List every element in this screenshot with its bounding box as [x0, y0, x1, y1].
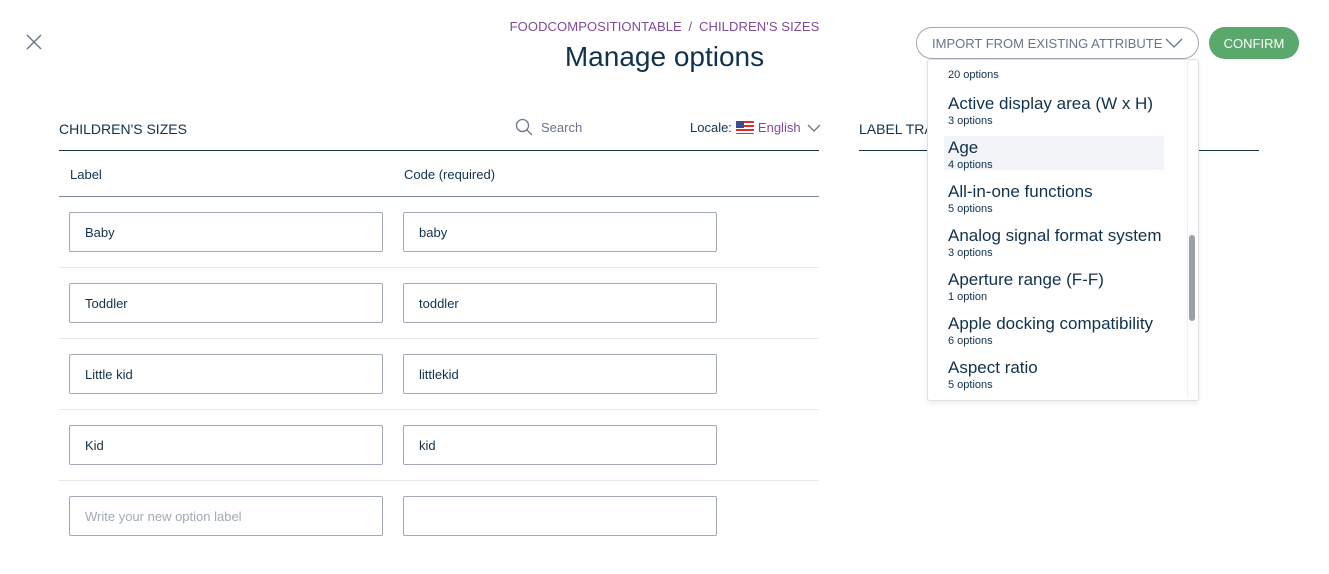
new-option-label-field[interactable] — [69, 496, 383, 536]
dropdown-scrollbar-thumb[interactable] — [1189, 235, 1195, 321]
attribute-option-count: 5 options — [948, 203, 993, 215]
attribute-option-count: 6 options — [948, 335, 993, 347]
locale-value: English — [757, 120, 801, 135]
confirm-button-label: CONFIRM — [1223, 35, 1285, 51]
attribute-option[interactable]: Aspect ratio 5 options — [948, 358, 1168, 392]
option-code-field[interactable] — [403, 283, 717, 323]
attribute-name: Age — [948, 138, 979, 157]
attribute-option[interactable]: Aperture range (F-F) 1 option — [948, 270, 1168, 304]
header-divider — [59, 196, 819, 197]
option-label-field[interactable] — [69, 354, 383, 394]
column-header-code: Code (required) — [404, 167, 496, 182]
locale-selector[interactable]: Locale: English — [690, 120, 821, 135]
locale-label: Locale: — [690, 120, 732, 135]
attribute-option[interactable]: Active display area (W x H) 3 options — [948, 94, 1168, 128]
attribute-option-count: 5 options — [948, 379, 993, 391]
attribute-option-count: 3 options — [948, 247, 993, 259]
option-label-field[interactable] — [69, 212, 383, 252]
import-from-attribute-button[interactable]: IMPORT FROM EXISTING ATTRIBUTE — [916, 27, 1199, 59]
import-button-label: IMPORT FROM EXISTING ATTRIBUTE — [932, 35, 1163, 51]
row-divider — [59, 338, 819, 339]
attribute-option[interactable]: Apple docking compatibility 6 options — [948, 314, 1168, 348]
section-title: CHILDREN'S SIZES — [59, 121, 187, 137]
attribute-name: Analog signal format system — [948, 226, 1162, 245]
attribute-option-highlighted[interactable]: Age 4 options — [944, 136, 1164, 171]
search-icon — [515, 118, 533, 136]
attribute-option-count: 3 options — [948, 115, 993, 127]
attribute-name: Active display area (W x H) — [948, 94, 1153, 113]
attribute-name: Apple docking compatibility — [948, 314, 1154, 333]
option-code-field[interactable] — [403, 212, 717, 252]
attribute-option[interactable]: All-in-one functions 5 options — [948, 182, 1168, 216]
import-attribute-dropdown[interactable]: 20 options Active display area (W x H) 3… — [927, 59, 1199, 401]
breadcrumb-current: CHILDREN'S SIZES — [698, 19, 820, 34]
option-count: 20 options — [948, 69, 999, 81]
option-label-field[interactable] — [69, 283, 383, 323]
section-divider — [59, 150, 819, 151]
row-divider — [59, 267, 819, 268]
attribute-option-count: 1 option — [948, 291, 988, 303]
search-input[interactable]: Search — [515, 118, 582, 136]
dropdown-scrollbar-track[interactable] — [1187, 62, 1198, 398]
search-placeholder: Search — [541, 119, 583, 135]
row-divider — [59, 480, 819, 481]
row-divider — [59, 409, 819, 410]
us-flag-icon — [735, 121, 754, 134]
attribute-option-count: 4 options — [948, 159, 993, 171]
breadcrumb-separator: / — [688, 19, 693, 34]
attribute-name: All-in-one functions — [948, 182, 1093, 201]
attribute-name: Aspect ratio — [948, 358, 1038, 377]
chevron-down-icon — [807, 124, 821, 132]
chevron-down-icon — [1165, 38, 1183, 48]
attribute-name: Aperture range (F-F) — [948, 270, 1104, 289]
new-option-code-field[interactable] — [403, 496, 717, 536]
breadcrumb-parent[interactable]: FOODCOMPOSITIONTABLE — [510, 19, 682, 34]
attribute-option[interactable]: Analog signal format system 3 options — [948, 226, 1168, 260]
option-code-field[interactable] — [403, 425, 717, 465]
column-header-label: Label — [70, 167, 102, 182]
option-code-field[interactable] — [403, 354, 717, 394]
confirm-button[interactable]: CONFIRM — [1209, 27, 1299, 59]
option-label-field[interactable] — [69, 425, 383, 465]
